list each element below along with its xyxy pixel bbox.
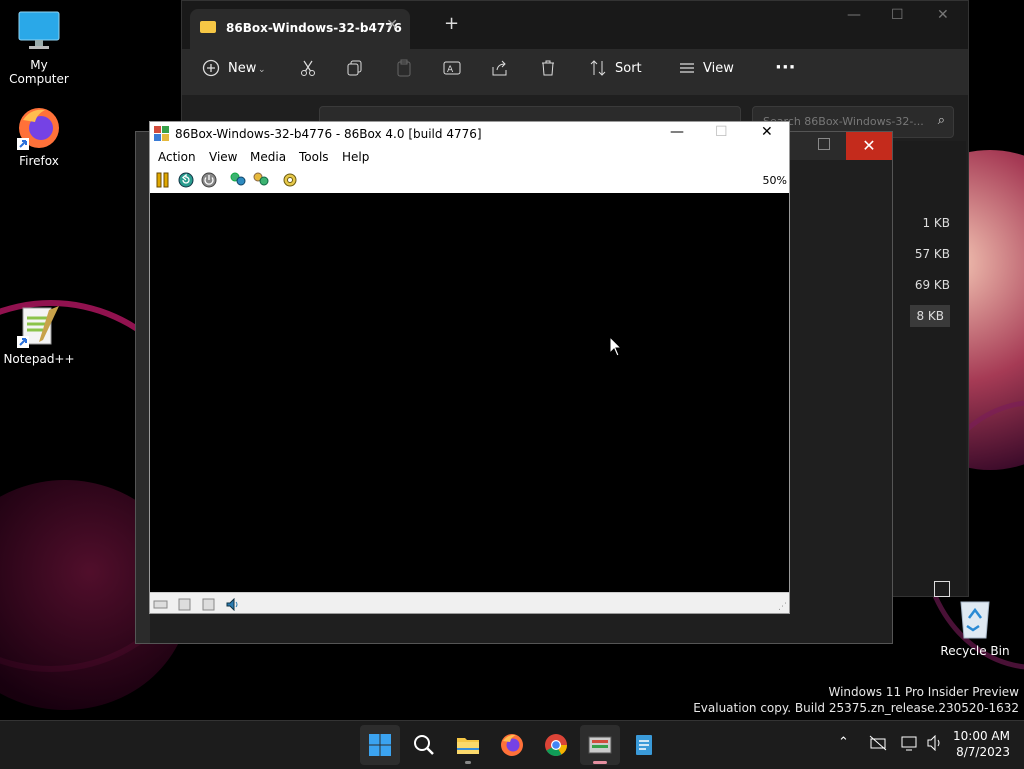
floppy-status-icon[interactable]	[177, 596, 192, 611]
close-icon[interactable]: ✕	[937, 7, 949, 23]
clock-date: 8/7/2023	[956, 745, 1010, 759]
sound-status-icon[interactable]	[225, 596, 240, 612]
view-button[interactable]: View	[703, 61, 734, 76]
power-icon[interactable]	[201, 172, 217, 188]
zoom-level: 50%	[762, 174, 787, 187]
tiles-view-icon[interactable]	[934, 581, 950, 597]
taskbar-file-explorer[interactable]	[448, 725, 488, 765]
file-size-selected: 8 KB	[910, 305, 950, 327]
settings-gear-icon[interactable]	[282, 172, 298, 188]
rename-icon[interactable]: A	[443, 59, 463, 79]
resize-grip-icon[interactable]: ⋰	[778, 602, 787, 612]
file-size: 57 KB	[914, 247, 950, 261]
firefox-icon	[501, 734, 523, 756]
windows-logo-icon	[369, 734, 391, 756]
search-icon	[414, 735, 434, 755]
mouse-cursor-icon	[609, 335, 623, 362]
ctrl-alt-del-icon[interactable]	[230, 172, 246, 188]
monitor-icon	[17, 10, 61, 54]
menu-tools[interactable]: Tools	[299, 150, 329, 164]
clock-time: 10:00 AM	[953, 729, 1010, 743]
chevron-down-icon: ⌄	[258, 65, 266, 75]
copy-icon[interactable]	[346, 59, 366, 79]
menu-help[interactable]: Help	[342, 150, 369, 164]
vm-status-bar: ⋰	[150, 592, 789, 613]
search-button[interactable]	[404, 725, 444, 765]
desktop-icon-my-computer[interactable]: My Computer	[1, 10, 77, 86]
display-icon[interactable]	[901, 735, 919, 755]
taskbar-firefox[interactable]	[492, 725, 532, 765]
hard-reset-icon[interactable]	[178, 172, 194, 188]
chrome-icon	[545, 734, 567, 756]
new-tab-button[interactable]: +	[444, 13, 459, 34]
vm-display[interactable]	[150, 193, 789, 593]
hdd-status-icon[interactable]	[153, 596, 168, 609]
network-disconnected-icon[interactable]	[869, 735, 887, 755]
watermark-line-1: Windows 11 Pro Insider Preview	[828, 685, 1019, 699]
watermark-line-2: Evaluation copy. Build 25375.zn_release.…	[693, 701, 1019, 715]
86box-app-icon	[588, 736, 612, 754]
menu-media[interactable]: Media	[250, 150, 286, 164]
desktop-icon-firefox[interactable]: Firefox	[1, 106, 77, 168]
recycle-bin-icon	[953, 596, 997, 640]
minimize-icon[interactable]: —	[847, 7, 861, 23]
close-icon[interactable]: ✕	[761, 124, 773, 140]
desktop-icon-label: Recycle Bin	[940, 644, 1010, 658]
desktop-icon-label: Firefox	[19, 154, 59, 168]
clock[interactable]: 10:00 AM 8/7/2023	[953, 728, 1010, 760]
menu-view[interactable]: View	[209, 150, 237, 164]
delete-icon[interactable]	[539, 59, 559, 79]
notepadpp-icon	[17, 304, 61, 348]
volume-icon[interactable]	[926, 734, 944, 755]
vm-menu-bar: Action View Media Tools Help	[150, 146, 789, 168]
explorer-command-bar: New ⌄ A Sort View ···	[182, 49, 968, 96]
86box-app-icon	[154, 126, 169, 141]
86box-vm-window[interactable]: 86Box-Windows-32-b4776 - 86Box 4.0 [buil…	[149, 121, 790, 614]
menu-action[interactable]: Action	[158, 150, 196, 164]
explorer-tab-bar: 86Box-Windows-32-b4776 ✕ + — ☐ ✕	[182, 1, 968, 49]
file-size: 69 KB	[914, 278, 950, 292]
maximize-icon[interactable]: ☐	[715, 124, 728, 140]
paste-icon[interactable]	[395, 59, 415, 79]
sort-button[interactable]: Sort	[615, 61, 642, 76]
new-plus-icon	[202, 59, 222, 79]
explorer-tab[interactable]: 86Box-Windows-32-b4776 ✕	[190, 9, 410, 49]
sort-icon	[589, 59, 609, 79]
folder-icon	[200, 21, 216, 33]
view-icon	[678, 59, 698, 79]
minimize-icon[interactable]: —	[670, 124, 684, 140]
start-button[interactable]	[360, 725, 400, 765]
firefox-icon	[17, 106, 61, 150]
vm-toolbar: 50%	[150, 168, 789, 194]
desktop-icon-label: My Computer	[9, 58, 69, 86]
svg-text:A: A	[447, 65, 454, 75]
new-button[interactable]: New	[228, 61, 256, 76]
explorer-tab-title: 86Box-Windows-32-b4776	[226, 21, 402, 35]
close-tab-icon[interactable]: ✕	[386, 17, 398, 33]
more-options-icon[interactable]: ···	[775, 57, 796, 78]
cut-icon[interactable]	[299, 59, 319, 79]
taskbar: ⌃ 10:00 AM 8/7/2023	[0, 720, 1024, 769]
desktop-icon-label: Notepad++	[3, 352, 75, 366]
taskbar-86box[interactable]	[580, 725, 620, 765]
maximize-icon[interactable]: ☐	[891, 7, 904, 23]
share-icon[interactable]	[491, 59, 511, 79]
close-icon[interactable]: ✕	[846, 132, 892, 160]
search-icon: ⌕	[937, 113, 945, 128]
taskbar-notepad[interactable]	[624, 725, 664, 765]
desktop-icon-recycle-bin[interactable]: Recycle Bin	[937, 596, 1013, 658]
ctrl-alt-esc-icon[interactable]	[253, 172, 269, 188]
show-hidden-icons-chevron-icon[interactable]: ⌃	[838, 735, 849, 750]
file-size: 1 KB	[922, 216, 950, 230]
vm-title-bar: 86Box-Windows-32-b4776 - 86Box 4.0 [buil…	[150, 122, 789, 146]
vm-window-title: 86Box-Windows-32-b4776 - 86Box 4.0 [buil…	[175, 127, 482, 141]
maximize-icon[interactable]	[818, 138, 830, 150]
desktop-icon-notepadpp[interactable]: Notepad++	[1, 304, 77, 366]
pause-icon[interactable]	[155, 172, 171, 188]
taskbar-chrome[interactable]	[536, 725, 576, 765]
notepad-icon	[636, 735, 652, 755]
folder-icon	[457, 738, 479, 754]
cdrom-status-icon[interactable]	[201, 596, 216, 611]
